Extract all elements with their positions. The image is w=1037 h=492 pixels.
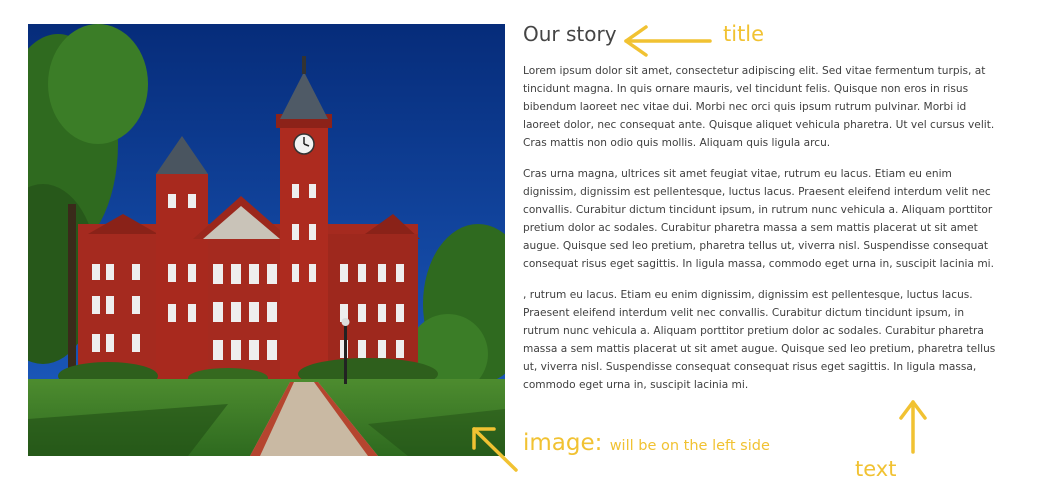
story-text: Lorem ipsum dolor sit amet, consectetur … <box>523 62 1001 407</box>
page-title: Our story <box>523 22 617 46</box>
story-paragraph: Cras urna magna, ultrices sit amet feugi… <box>523 168 994 270</box>
arrow-up-icon <box>899 400 927 454</box>
story-paragraph: , rutrum eu lacus. Etiam eu enim digniss… <box>523 289 996 391</box>
annotation-title-label: title <box>723 22 765 46</box>
building-photo <box>28 24 505 456</box>
annotation-image-note: will be on the left side <box>609 438 770 454</box>
arrow-left-icon <box>624 25 712 57</box>
annotation-image-label: image: will be on the left side <box>523 430 770 456</box>
building-illustration <box>28 24 505 456</box>
annotation-text-label: text <box>855 457 897 481</box>
story-paragraph: Lorem ipsum dolor sit amet, consectetur … <box>523 65 995 149</box>
lamp-post <box>344 324 347 384</box>
annotation-image-word: image: <box>523 430 603 456</box>
